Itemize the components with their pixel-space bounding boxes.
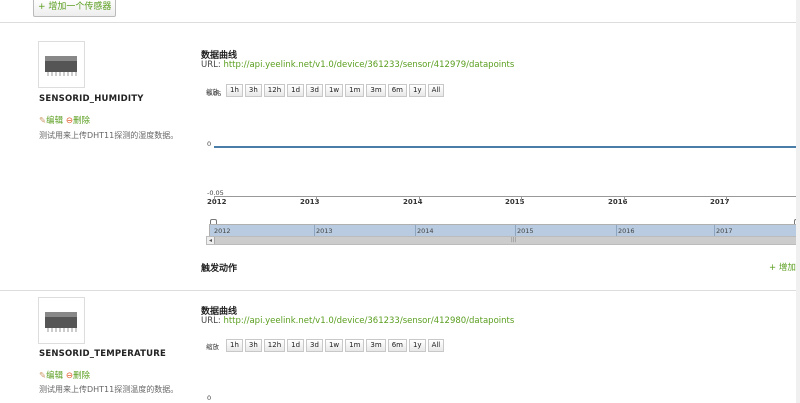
navigator-scrollbar[interactable]: ◂ ||| xyxy=(206,236,800,245)
range-3d-button[interactable]: 3d xyxy=(306,84,323,97)
range-1m-button[interactable]: 1m xyxy=(345,339,365,352)
navigator-tick-label: 2016 xyxy=(618,227,635,235)
range-12h-button[interactable]: 12h xyxy=(263,339,286,352)
x-axis-tick xyxy=(316,196,317,201)
datapoints-url-link[interactable]: http://api.yeelink.net/v1.0/device/36123… xyxy=(223,60,514,70)
range-1y-button[interactable]: 1y xyxy=(408,84,426,97)
navigator-tick-label: 2012 xyxy=(214,227,231,235)
y-tick-label: 0 xyxy=(207,140,212,148)
sensor-chip-icon xyxy=(38,297,85,344)
y-tick-label: 0.05 xyxy=(207,90,222,98)
zoom-label: 缩放 xyxy=(206,342,219,351)
range-3m-button[interactable]: 3m xyxy=(366,339,386,352)
range-6m-button[interactable]: 6m xyxy=(387,84,407,97)
range-1d-button[interactable]: 1d xyxy=(287,339,305,352)
range-1d-button[interactable]: 1d xyxy=(287,84,305,97)
x-axis-tick xyxy=(726,196,727,201)
range-3d-button[interactable]: 3d xyxy=(306,339,323,352)
range-1h-button[interactable]: 1h xyxy=(226,84,243,97)
range-selector: 缩放 1h 3h 12h 1d 3d 1w 1m 3m 6m 1y All xyxy=(206,84,446,97)
x-tick-label: 2012 xyxy=(207,198,227,206)
x-axis-tick xyxy=(214,196,215,201)
sensor-description: 测试用来上传DHT11探测温度的数据。 xyxy=(39,385,179,394)
navigator-tick-label: 2013 xyxy=(316,227,333,235)
x-axis-tick xyxy=(624,196,625,201)
scroll-left-arrow-icon[interactable]: ◂ xyxy=(207,237,215,244)
divider xyxy=(0,290,800,291)
range-all-button[interactable]: All xyxy=(427,84,445,97)
range-3h-button[interactable]: 3h xyxy=(244,339,262,352)
sensor-description: 测试用来上传DHT11探测的湿度数据。 xyxy=(39,131,179,140)
delete-icon: ⊖ xyxy=(65,116,73,126)
range-3h-button[interactable]: 3h xyxy=(244,84,262,97)
edit-link[interactable]: ✎编辑 xyxy=(39,371,63,381)
divider xyxy=(0,22,800,23)
edit-link[interactable]: ✎编辑 xyxy=(39,116,63,126)
sensor-chip-icon xyxy=(38,41,85,88)
range-all-button[interactable]: All xyxy=(427,339,445,352)
trigger-section-title: 触发动作 xyxy=(201,264,238,274)
delete-link[interactable]: ⊖删除 xyxy=(66,116,90,126)
range-1m-button[interactable]: 1m xyxy=(345,84,365,97)
range-1y-button[interactable]: 1y xyxy=(408,339,426,352)
navigator-tick-label: 2015 xyxy=(517,227,534,235)
range-1w-button[interactable]: 1w xyxy=(324,339,344,352)
page-scrollbar[interactable] xyxy=(796,0,800,403)
sensor-actions: ✎编辑 ⊖删除 xyxy=(39,369,90,381)
delete-link[interactable]: ⊖删除 xyxy=(66,371,90,381)
datapoints-url-link[interactable]: http://api.yeelink.net/v1.0/device/36123… xyxy=(223,316,514,326)
url-line: URL: http://api.yeelink.net/v1.0/device/… xyxy=(201,316,515,326)
delete-icon: ⊖ xyxy=(65,371,73,381)
url-line: URL: http://api.yeelink.net/v1.0/device/… xyxy=(201,60,515,70)
sensor-name: SENSORID_HUMIDITY xyxy=(39,94,144,104)
range-1h-button[interactable]: 1h xyxy=(226,339,243,352)
series-line xyxy=(214,146,800,148)
grip-icon: ||| xyxy=(511,237,517,243)
navigator-tick-label: 2014 xyxy=(417,227,434,235)
range-12h-button[interactable]: 12h xyxy=(263,84,286,97)
sensor-actions: ✎编辑 ⊖删除 xyxy=(39,114,90,126)
x-axis-tick xyxy=(419,196,420,201)
x-axis xyxy=(214,196,800,197)
range-3m-button[interactable]: 3m xyxy=(366,84,386,97)
add-sensor-button[interactable]: + 增加一个传感器 xyxy=(33,0,117,17)
range-selector: 缩放 1h 3h 12h 1d 3d 1w 1m 3m 6m 1y All xyxy=(206,339,446,352)
range-6m-button[interactable]: 6m xyxy=(387,339,407,352)
range-1w-button[interactable]: 1w xyxy=(324,84,344,97)
scrollbar-thumb[interactable]: ||| xyxy=(215,237,800,244)
x-axis-tick xyxy=(521,196,522,201)
y-tick-label: 0 xyxy=(207,394,212,402)
navigator-tick-label: 2017 xyxy=(716,227,733,235)
sensor-name: SENSORID_TEMPERATURE xyxy=(39,349,167,359)
